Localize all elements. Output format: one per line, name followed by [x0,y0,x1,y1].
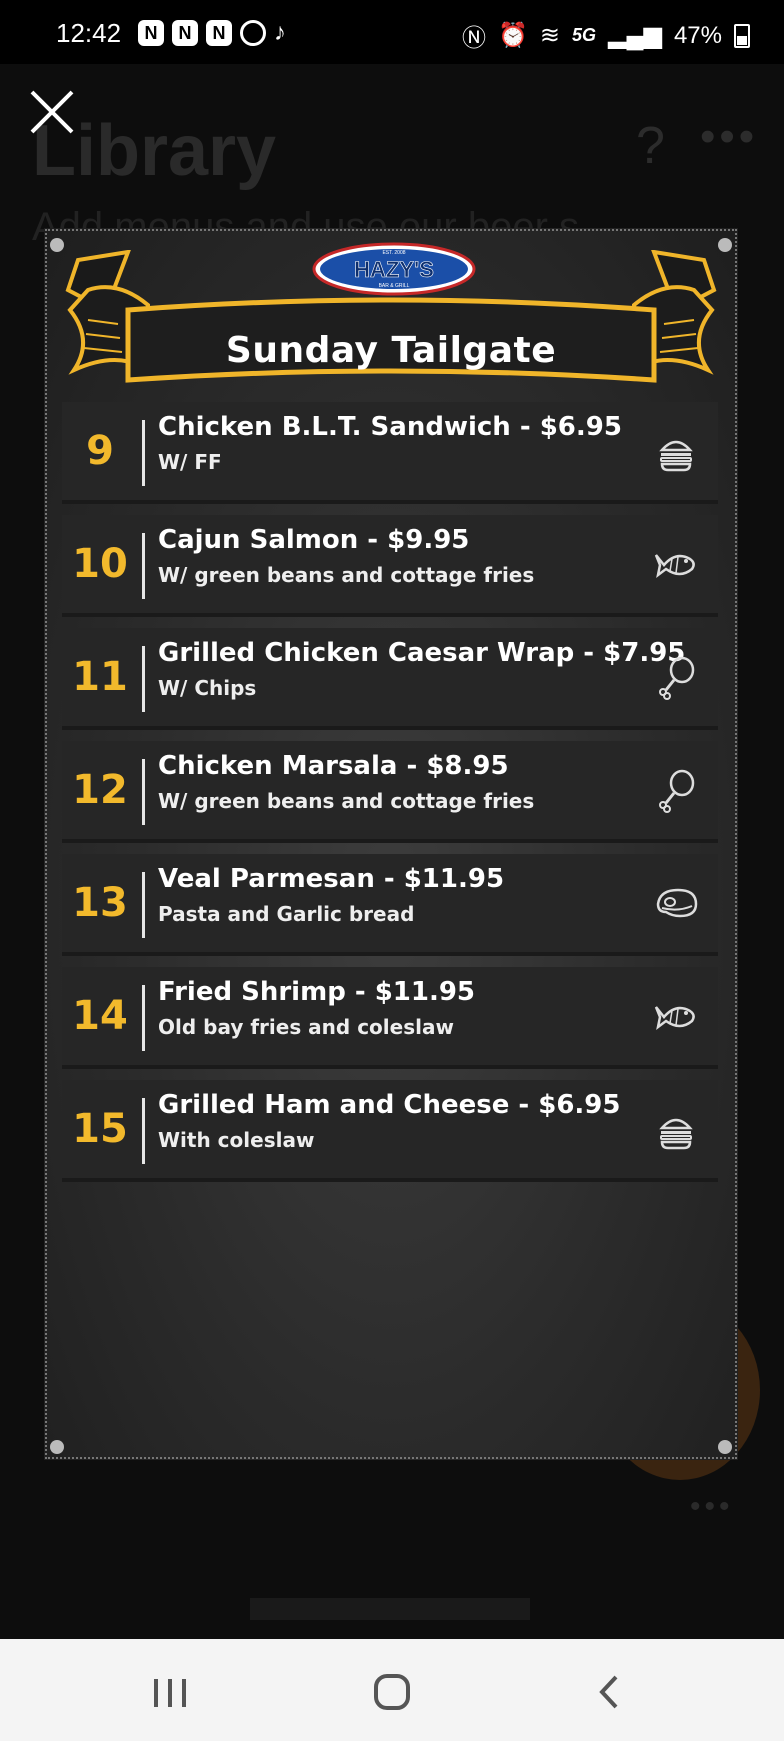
back-icon [599,1675,618,1709]
menu-item: 11 Grilled Chicken Caesar Wrap - $7.95 W/ … [62,628,718,730]
logo-est: EST. 2008 [382,250,405,256]
tiktok-icon: ♪ [274,19,286,46]
circle-icon [240,20,266,46]
item-description: Pasta and Garlic bread [158,902,415,926]
wifi-icon: ≋ [539,22,561,49]
burger-icon [659,1118,693,1150]
recents-icon [154,1679,186,1707]
background-more-icon: ••• [690,1490,734,1523]
nfc-icon: Ⓝ [462,25,487,52]
navigation-bar [0,1639,784,1741]
home-icon [374,1674,410,1710]
menu-item: 13 Veal Parmesan - $11.95 Pasta and Garlic… [62,854,718,956]
more-options-icon[interactable]: ••• [700,112,758,162]
item-description: W/ green beans and cottage fries [158,789,535,813]
close-icon [30,90,74,134]
drumstick-icon [659,656,695,700]
status-bar: 12:42 N N N ♪ Ⓝ ⏰ ≋ 5G ▂▄▆ 47% [0,0,784,64]
item-number: 10 [72,541,128,587]
corner-dot [50,1440,64,1454]
notification-icons: N N N ♪ [138,20,286,46]
drumstick-icon [659,769,695,813]
item-divider [142,533,145,599]
network-type: 5G [572,25,597,45]
item-divider [142,646,145,712]
item-description: W/ green beans and cottage fries [158,563,535,587]
item-name: Chicken B.L.T. Sandwich - $6.95 [158,412,622,442]
menu-item: 9 Chicken B.L.T. Sandwich - $6.95 W/ FF [62,402,718,504]
close-button[interactable] [28,88,76,136]
help-icon[interactable]: ? [636,116,665,176]
item-number: 13 [72,880,128,926]
background-thumbnail [250,1598,530,1620]
item-divider [142,872,145,938]
back-button[interactable] [580,1667,640,1717]
item-number: 11 [72,654,128,700]
app-n-icon: N [138,20,164,46]
menu-item: 10 Cajun Salmon - $9.95 W/ green beans and… [62,515,718,617]
item-description: W/ Chips [158,676,257,700]
recent-apps-button[interactable] [140,1667,200,1717]
item-name: Chicken Marsala - $8.95 [158,751,509,781]
signal-icon: ▂▄▆ [608,22,662,49]
item-number: 14 [72,993,128,1039]
item-number: 12 [72,767,128,813]
item-name: Grilled Ham and Cheese - $6.95 [158,1090,621,1120]
item-divider [142,759,145,825]
item-description: Old bay fries and coleslaw [158,1015,454,1039]
fish-icon [654,554,695,578]
menu-item: 15 Grilled Ham and Cheese - $6.95 With col… [62,1080,718,1182]
item-divider [142,1098,145,1164]
item-name: Veal Parmesan - $11.95 [158,864,505,894]
home-button[interactable] [362,1667,422,1717]
item-divider [142,420,145,486]
alarm-icon: ⏰ [498,22,528,49]
battery-percent: 47% [673,21,722,49]
item-description: With coleslaw [158,1128,315,1152]
menu-item: 12 Chicken Marsala - $8.95 W/ green beans … [62,741,718,843]
steak-icon [656,888,698,918]
corner-dot [718,1440,732,1454]
burger-icon [659,440,693,472]
menu-item: 14 Fried Shrimp - $11.95 Old bay fries and… [62,967,718,1069]
logo-brand: HAZY'S [354,257,434,282]
item-number: 15 [72,1106,128,1152]
status-time: 12:42 [56,18,122,48]
menu-image: EST. 2008 HAZY'S BAR & GRILL Sunday Tail… [44,228,738,1460]
hazys-logo: EST. 2008 HAZY'S BAR & GRILL [312,242,476,296]
battery-icon [734,23,750,48]
menu-title: Sunday Tailgate [225,330,557,371]
fish-icon [654,1006,695,1030]
item-name: Fried Shrimp - $11.95 [158,977,476,1007]
logo-tagline: BAR & GRILL [379,283,410,289]
status-right: Ⓝ ⏰ ≋ 5G ▂▄▆ 47% [462,18,750,53]
item-name: Grilled Chicken Caesar Wrap - $7.95 [158,638,686,668]
item-number: 9 [86,428,114,474]
item-description: W/ FF [158,450,222,474]
app-n-icon: N [172,20,198,46]
item-divider [142,985,145,1051]
app-n-icon: N [206,20,232,46]
item-name: Cajun Salmon - $9.95 [158,525,470,555]
